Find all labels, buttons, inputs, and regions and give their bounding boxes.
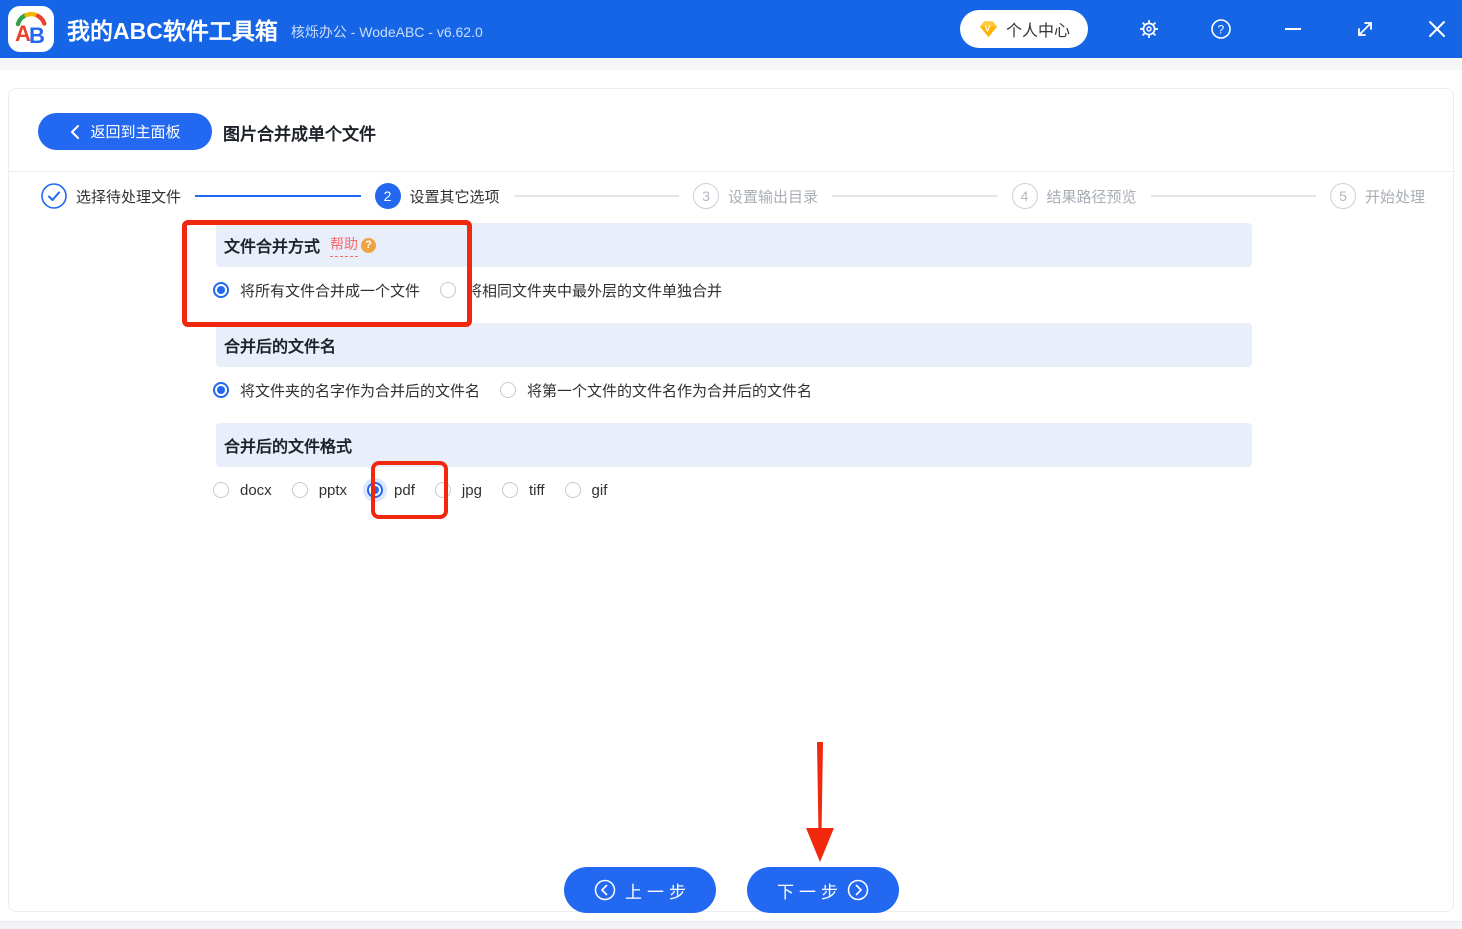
abc-logo-icon: A B [15,11,47,48]
radio-format-gif[interactable]: gif [564,481,608,499]
radio-circle-icon [367,482,384,498]
radio-format-pptx[interactable]: pptx [291,481,348,499]
titlebar: A B 我的ABC软件工具箱 核烁办公 - WodeABC - v6.62.0 … [0,0,1462,58]
user-center-button[interactable]: V 个人中心 [959,10,1088,48]
header-divider [9,171,1453,172]
prev-step-label: 上一步 [625,882,691,902]
radio-circle-icon [440,282,457,298]
step-4-result-preview: 4 结果路径预览 [1011,183,1137,209]
radio-use-first-file-name[interactable]: 将第一个文件的文件名作为合并后的文件名 [500,380,812,401]
merge-mode-options: 将所有文件合并成一个文件 将相同文件夹中最外层的文件单独合并 [213,279,722,301]
step-5-start: 5 开始处理 [1330,183,1425,209]
step-number-badge: 5 [1330,183,1356,209]
radio-format-docx[interactable]: docx [213,482,272,499]
user-center-label: 个人中心 [1005,23,1070,40]
minimize-icon[interactable] [1282,18,1304,40]
step-indicator: 选择待处理文件 2 设置其它选项 3 设置输出目录 4 结果路径预览 5 开始处… [41,183,1425,209]
app-logo: A B [8,6,54,52]
next-step-button[interactable]: 下一步 [747,867,899,913]
step-connector [1150,195,1316,197]
file-format-options: docx pptx pdf jpg tiff gif [213,479,607,501]
main-panel: 返回到主面板 图片合并成单个文件 选择待处理文件 2 设置其它选项 3 设置输出… [8,88,1454,913]
section-title: 文件合并方式 [224,239,321,256]
step-3-output-dir: 3 设置输出目录 [693,183,818,209]
step-done-check-icon [41,183,67,209]
step-label: 设置其它选项 [409,188,500,206]
section-merge-mode-header: 文件合并方式 帮助 ? [216,223,1252,267]
app-title: 我的ABC软件工具箱 [67,18,278,44]
step-1-select-files: 选择待处理文件 [41,183,181,209]
radio-use-folder-name[interactable]: 将文件夹的名字作为合并后的文件名 [213,380,480,401]
radio-circle-icon [213,382,229,398]
section-title: 合并后的文件名 [224,339,337,356]
svg-text:B: B [29,23,45,48]
radio-format-pdf[interactable]: pdf [367,482,415,499]
step-number-badge: 3 [693,183,719,209]
step-label: 设置输出目录 [728,188,819,206]
radio-format-tiff[interactable]: tiff [501,481,545,499]
radio-format-jpg[interactable]: jpg [434,481,482,499]
bottom-status-strip [0,921,1462,929]
radio-circle-icon [434,482,451,498]
section-title: 合并后的文件格式 [224,439,353,456]
app-subtitle: 核烁办公 - WodeABC - v6.62.0 [290,24,483,40]
back-button-label: 返回到主面板 [90,124,181,141]
radio-label: 将所有文件合并成一个文件 [240,282,421,300]
chevron-left-icon [71,124,80,139]
back-to-dashboard-button[interactable]: 返回到主面板 [38,113,212,150]
step-connector [195,195,361,197]
step-label: 选择待处理文件 [76,188,182,206]
resize-icon[interactable] [1354,18,1376,40]
close-icon[interactable] [1426,18,1448,40]
file-name-options: 将文件夹的名字作为合并后的文件名 将第一个文件的文件名作为合并后的文件名 [213,379,812,401]
radio-label: jpg [461,481,482,499]
help-circle-icon[interactable]: ? [1210,18,1232,40]
radio-label: docx [240,481,272,499]
step-2-options: 2 设置其它选项 [374,183,500,209]
step-label: 结果路径预览 [1046,188,1137,206]
step-number-badge: 2 [374,183,401,209]
radio-circle-icon [564,482,581,498]
radio-circle-icon [501,482,518,498]
radio-circle-icon [500,382,517,398]
step-number-badge: 4 [1011,183,1038,209]
radio-label: pptx [318,481,348,499]
radio-circle-icon [291,482,308,498]
radio-label: 将相同文件夹中最外层的文件单独合并 [467,282,723,300]
radio-circle-icon [213,482,229,498]
section-file-format-header: 合并后的文件格式 [216,423,1252,467]
step-connector [832,195,998,197]
prev-step-button[interactable]: 上一步 [564,867,716,913]
radio-label: 将文件夹的名字作为合并后的文件名 [240,382,481,400]
next-step-label: 下一步 [777,882,843,902]
titlebar-controls: V 个人中心 ? [959,10,1462,48]
step-label: 开始处理 [1365,188,1426,206]
page-title: 图片合并成单个文件 [223,125,376,144]
radio-merge-all-into-one[interactable]: 将所有文件合并成一个文件 [213,280,420,301]
help-question-icon[interactable]: ? [361,237,377,253]
radio-label: 将第一个文件的文件名作为合并后的文件名 [527,382,813,400]
help-link[interactable]: 帮助 [330,234,359,257]
svg-text:?: ? [1218,23,1225,37]
circle-arrow-right-icon [847,879,869,901]
step-connector [513,195,679,197]
settings-gear-icon[interactable] [1138,18,1160,40]
radio-label: gif [591,481,608,499]
radio-circle-icon [213,282,229,298]
vip-diamond-icon: V [979,21,998,38]
titlebar-shadow-strip [0,58,1462,70]
radio-label: pdf [394,481,415,499]
section-file-name-header: 合并后的文件名 [216,323,1252,367]
radio-merge-per-folder[interactable]: 将相同文件夹中最外层的文件单独合并 [440,280,722,301]
circle-arrow-left-icon [594,879,616,901]
radio-label: tiff [528,481,545,499]
svg-text:V: V [985,23,991,33]
